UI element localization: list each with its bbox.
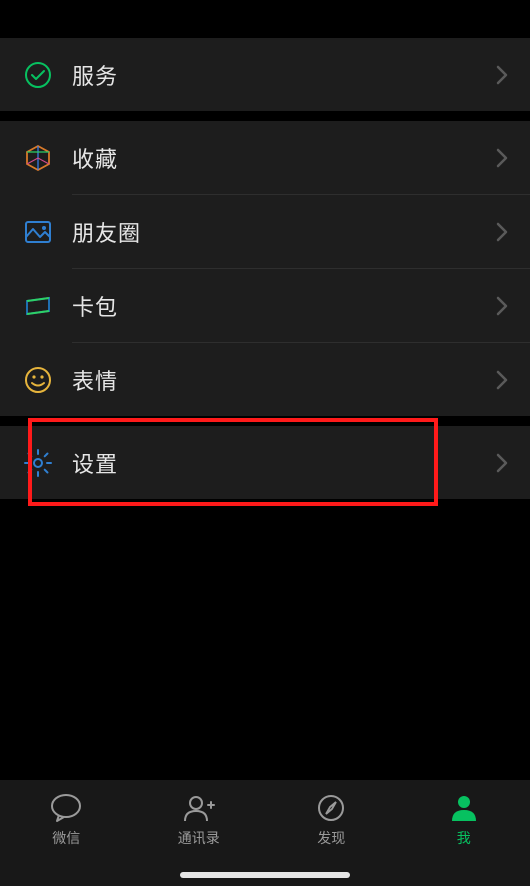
tab-me[interactable]: 我 <box>398 792 530 848</box>
stickers-icon <box>22 364 54 396</box>
row-label: 表情 <box>72 364 496 396</box>
services-icon <box>22 59 54 91</box>
tab-label: 发现 <box>317 828 345 848</box>
spacer <box>0 0 530 38</box>
contacts-icon <box>181 792 217 824</box>
settings-icon <box>22 447 54 479</box>
discover-icon <box>313 792 349 824</box>
chevron-right-icon <box>496 148 508 168</box>
gap <box>0 111 530 121</box>
chevron-right-icon <box>496 453 508 473</box>
home-indicator <box>180 872 350 878</box>
favorites-icon <box>22 142 54 174</box>
me-screen: 服务 收藏 <box>0 0 530 886</box>
tab-bar: 微信 通讯录 发现 <box>0 780 530 886</box>
row-moments[interactable]: 朋友圈 <box>0 195 530 268</box>
me-icon <box>446 792 482 824</box>
gap <box>0 416 530 426</box>
tab-label: 通讯录 <box>178 828 220 848</box>
chevron-right-icon <box>496 222 508 242</box>
chats-icon <box>48 792 84 824</box>
row-label: 设置 <box>72 447 496 479</box>
content-area: 服务 收藏 <box>0 0 530 780</box>
tab-label: 我 <box>457 828 471 848</box>
row-label: 服务 <box>72 59 496 91</box>
moments-icon <box>22 216 54 248</box>
tab-chats[interactable]: 微信 <box>0 792 133 848</box>
chevron-right-icon <box>496 296 508 316</box>
chevron-right-icon <box>496 65 508 85</box>
row-label: 卡包 <box>72 290 496 322</box>
cards-icon <box>22 290 54 322</box>
row-cards[interactable]: 卡包 <box>0 269 530 342</box>
group-services: 服务 <box>0 38 530 111</box>
row-stickers[interactable]: 表情 <box>0 343 530 416</box>
row-label: 收藏 <box>72 142 496 174</box>
group-main: 收藏 朋友圈 <box>0 121 530 416</box>
row-settings[interactable]: 设置 <box>0 426 530 499</box>
tab-discover[interactable]: 发现 <box>265 792 398 848</box>
group-settings: 设置 <box>0 426 530 499</box>
tab-contacts[interactable]: 通讯录 <box>133 792 266 848</box>
row-services[interactable]: 服务 <box>0 38 530 111</box>
row-favorites[interactable]: 收藏 <box>0 121 530 194</box>
chevron-right-icon <box>496 370 508 390</box>
row-label: 朋友圈 <box>72 216 496 248</box>
tab-label: 微信 <box>52 828 80 848</box>
